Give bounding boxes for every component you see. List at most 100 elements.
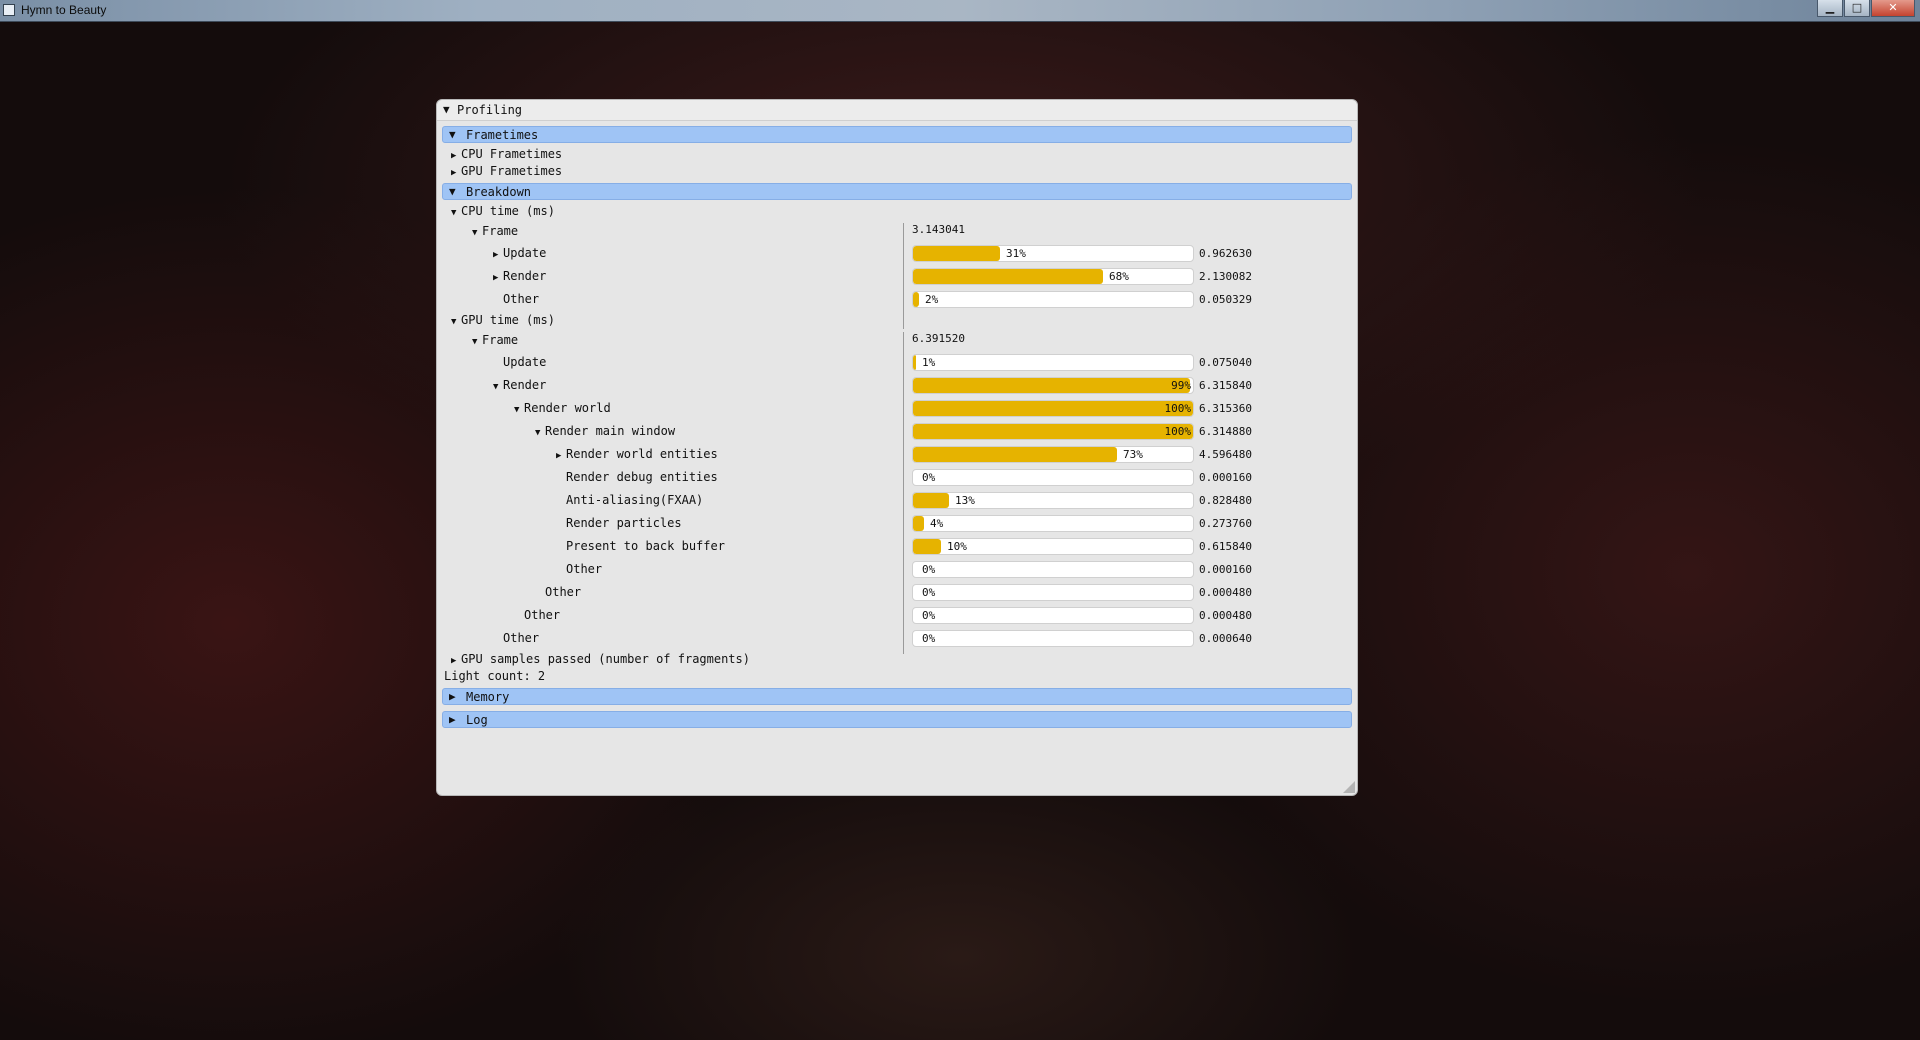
- gpu-progress-bar-other: 0%: [912, 584, 1194, 601]
- light-count: Light count: 2: [444, 669, 546, 683]
- tree-node-label: Render: [503, 378, 547, 392]
- progress-percent-label: 0%: [922, 471, 936, 484]
- gpu-tree-node-other: Other: [535, 585, 581, 600]
- progress-percent-label: 0%: [922, 586, 936, 599]
- column-divider: [903, 223, 904, 329]
- tree-node-gpu-samples[interactable]: ▶ GPU samples passed (number of fragments…: [451, 652, 750, 667]
- gpu-progress-bar-other: 0%: [912, 561, 1194, 578]
- progress-percent-label: 0%: [922, 632, 936, 645]
- gpu-time-value: 6.315840: [1199, 379, 1252, 392]
- resize-grip-icon[interactable]: [1343, 781, 1355, 793]
- gpu-tree-node-render-particles: Render particles: [556, 516, 682, 531]
- progress-bar-fill: [913, 493, 949, 508]
- cpu-progress-bar-update: 31%: [912, 245, 1194, 262]
- gpu-tree-node-update: Update: [493, 355, 546, 370]
- window-controls: ▁ □ ✕: [1816, 0, 1915, 17]
- cpu-progress-bar-render: 68%: [912, 268, 1194, 285]
- gpu-time-value: 6.315360: [1199, 402, 1252, 415]
- cpu-frame-value: 3.143041: [912, 223, 965, 236]
- profiling-panel: ▼ Profiling ▼ Frametimes ▶ CPU Frametimes…: [436, 99, 1358, 796]
- tree-node-label: Other: [503, 631, 540, 645]
- gpu-time-value: 0.828480: [1199, 494, 1252, 507]
- tree-node-label: Update: [503, 246, 547, 260]
- tree-node-cpu-frame[interactable]: ▼ Frame: [472, 224, 518, 239]
- progress-percent-label: 10%: [947, 540, 967, 553]
- expanded-arrow-icon: ▼: [472, 228, 478, 238]
- collapsed-arrow-icon: ▶: [493, 250, 499, 260]
- tree-node-label: Other: [503, 292, 540, 306]
- progress-percent-label: 1%: [922, 356, 936, 369]
- cpu-progress-bar-other: 2%: [912, 291, 1194, 308]
- cpu-tree-node-render[interactable]: ▶ Render: [493, 269, 546, 284]
- gpu-progress-bar-render-debug-entities: 0%: [912, 469, 1194, 486]
- gpu-tree-node-render-debug-entities: Render debug entities: [556, 470, 718, 485]
- collapsed-arrow-icon: ▶: [493, 273, 499, 283]
- gpu-tree-node-other: Other: [556, 562, 602, 577]
- progress-bar-fill: [913, 539, 941, 554]
- frametimes-header[interactable]: ▼ Frametimes: [442, 126, 1352, 143]
- progress-bar-fill: [913, 424, 1193, 439]
- gpu-time-value: 0.075040: [1199, 356, 1252, 369]
- maximize-button[interactable]: □: [1844, 0, 1870, 17]
- window-title-bar[interactable]: Hymn to Beauty ▁ □ ✕: [0, 0, 1920, 22]
- tree-node-cpu-time[interactable]: ▼ CPU time (ms): [451, 204, 555, 219]
- maximize-icon: □: [1851, 1, 1863, 14]
- tree-node-label: Render main window: [545, 424, 676, 438]
- column-divider: [903, 332, 904, 654]
- frametimes-label: Frametimes: [466, 128, 539, 142]
- log-header[interactable]: ▶ Log: [442, 711, 1352, 728]
- tree-node-label: Render particles: [566, 516, 682, 530]
- gpu-tree-node-render-world[interactable]: ▼ Render world: [514, 401, 611, 416]
- gpu-progress-bar-other: 0%: [912, 607, 1194, 624]
- gpu-tree-node-other: Other: [514, 608, 560, 623]
- close-button[interactable]: ✕: [1871, 0, 1915, 17]
- gpu-progress-bar-render-world-entities: 73%: [912, 446, 1194, 463]
- minimize-icon: ▁: [1825, 1, 1835, 14]
- gpu-tree-node-anti-aliasing-fxaa: Anti-aliasing(FXAA): [556, 493, 703, 508]
- cpu-time-value: 0.962630: [1199, 247, 1252, 260]
- tree-node-gpu-frametimes[interactable]: ▶ GPU Frametimes: [451, 164, 562, 179]
- collapsed-arrow-icon: ▶: [556, 451, 562, 461]
- tree-node-label: Other: [545, 585, 582, 599]
- tree-node-gpu-time[interactable]: ▼ GPU time (ms): [451, 313, 555, 328]
- expanded-arrow-icon: ▼: [472, 337, 478, 347]
- gpu-time-value: 0.273760: [1199, 517, 1252, 530]
- gpu-time-value: 0.615840: [1199, 540, 1252, 553]
- gpu-time-value: 0.000480: [1199, 586, 1252, 599]
- expanded-arrow-icon: ▼: [535, 428, 541, 438]
- progress-percent-label: 4%: [930, 517, 944, 530]
- tree-node-label: Present to back buffer: [566, 539, 725, 553]
- collapsed-arrow-icon: ▶: [449, 713, 456, 726]
- tree-node-label: Other: [566, 562, 603, 576]
- cpu-tree-node-update[interactable]: ▶ Update: [493, 246, 546, 261]
- cpu-time-value: 0.050329: [1199, 293, 1252, 306]
- tree-node-label: Render debug entities: [566, 470, 718, 484]
- tree-node-gpu-frame[interactable]: ▼ Frame: [472, 333, 518, 348]
- expanded-arrow-icon: ▼: [449, 185, 456, 198]
- memory-header[interactable]: ▶ Memory: [442, 688, 1352, 705]
- tree-node-label: Anti-aliasing(FXAA): [566, 493, 704, 507]
- profiling-panel-title-bar[interactable]: ▼ Profiling: [437, 100, 1357, 121]
- gpu-progress-bar-present-to-back-buffer: 10%: [912, 538, 1194, 555]
- minimize-button[interactable]: ▁: [1817, 0, 1843, 17]
- log-label: Log: [466, 713, 488, 727]
- progress-bar-fill: [913, 378, 1190, 393]
- tree-node-cpu-frametimes[interactable]: ▶ CPU Frametimes: [451, 147, 562, 162]
- progress-percent-label: 13%: [955, 494, 975, 507]
- tree-node-label: Render world: [524, 401, 611, 415]
- gpu-time-value: 0.000640: [1199, 632, 1252, 645]
- expanded-arrow-icon: ▼: [449, 128, 456, 141]
- collapse-arrow-icon[interactable]: ▼: [443, 103, 450, 116]
- gpu-tree-node-render-world-entities[interactable]: ▶ Render world entities: [556, 447, 718, 462]
- gpu-tree-node-render-main-window[interactable]: ▼ Render main window: [535, 424, 675, 439]
- tree-node-label: Render world entities: [566, 447, 718, 461]
- gpu-tree-node-render[interactable]: ▼ Render: [493, 378, 546, 393]
- breakdown-header[interactable]: ▼ Breakdown: [442, 183, 1352, 200]
- progress-bar-fill: [913, 516, 924, 531]
- progress-bar-fill: [913, 355, 916, 370]
- gpu-progress-bar-other: 0%: [912, 630, 1194, 647]
- progress-percent-label: 31%: [1006, 247, 1026, 260]
- collapsed-arrow-icon: ▶: [449, 690, 456, 703]
- gpu-progress-bar-anti-aliasing-fxaa: 13%: [912, 492, 1194, 509]
- gpu-tree-node-other: Other: [493, 631, 539, 646]
